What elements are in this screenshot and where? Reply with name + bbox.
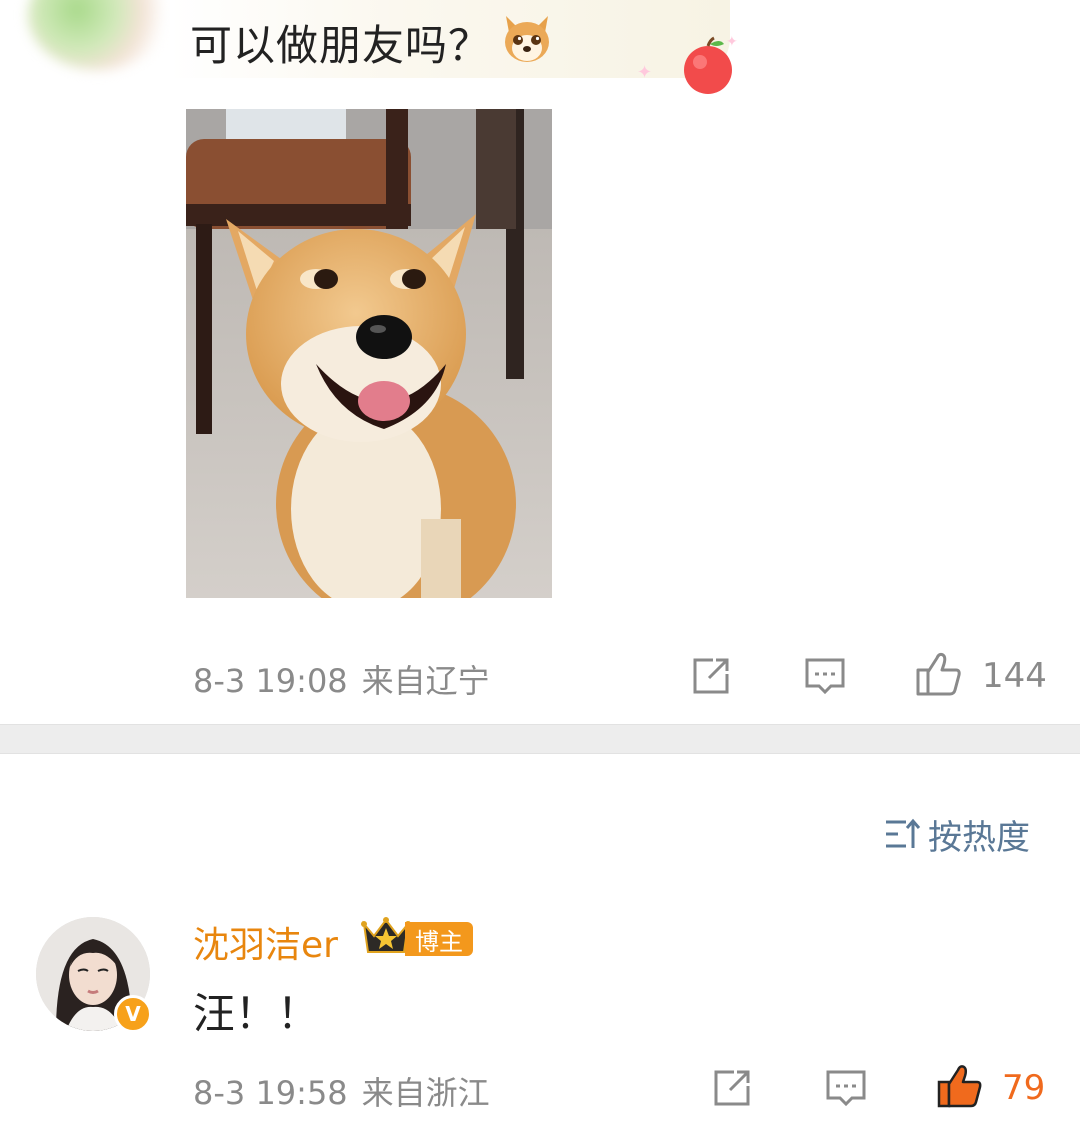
post-meta: 8-3 19:08 来自辽宁: [193, 656, 490, 702]
sort-label: 按热度: [928, 817, 1030, 858]
liked-icon[interactable]: [936, 1062, 984, 1110]
share-icon[interactable]: [710, 1066, 754, 1110]
comment-text: 汪！！: [193, 989, 320, 1038]
post-timestamp: 8-3 19:08: [193, 662, 348, 700]
comment-meta: 8-3 19:58 来自浙江: [193, 1068, 490, 1114]
comment-timestamp: 8-3 19:58: [193, 1074, 348, 1112]
like-icon[interactable]: [915, 650, 963, 698]
post-like-count: 144: [982, 656, 1047, 696]
sparkle-icon: ✦: [726, 34, 738, 50]
sparkle-icon: ✦: [637, 62, 653, 83]
main-post: 可以做朋友吗？ ✦ ✦ 8-3 19:08 来自辽宁 144: [0, 0, 1080, 724]
blogger-tag: 博主: [405, 922, 473, 956]
section-divider: [0, 724, 1080, 754]
sort-icon: [886, 818, 921, 848]
share-icon[interactable]: [689, 654, 733, 698]
post-text: 可以做朋友吗？: [190, 21, 492, 70]
shiba-dog-emoji-icon: [505, 16, 549, 62]
comment-location: 来自浙江: [361, 1074, 490, 1112]
post-location: 来自辽宁: [361, 662, 490, 700]
sort-by-hot-button[interactable]: 按热度: [884, 812, 1030, 858]
post-avatar[interactable]: [28, 0, 168, 70]
verified-badge-icon: V: [114, 995, 152, 1033]
post-meta-row: 8-3 19:08 来自辽宁 144: [0, 648, 1080, 708]
comment-icon[interactable]: [803, 654, 847, 698]
comment-icon[interactable]: [824, 1066, 868, 1110]
shiba-inu-photo[interactable]: [186, 109, 552, 598]
commenter-username[interactable]: 沈羽洁er: [193, 916, 338, 968]
comment-like-count: 79: [1002, 1068, 1046, 1108]
comment-meta-row: 8-3 19:58 来自浙江 79: [0, 1060, 1080, 1120]
